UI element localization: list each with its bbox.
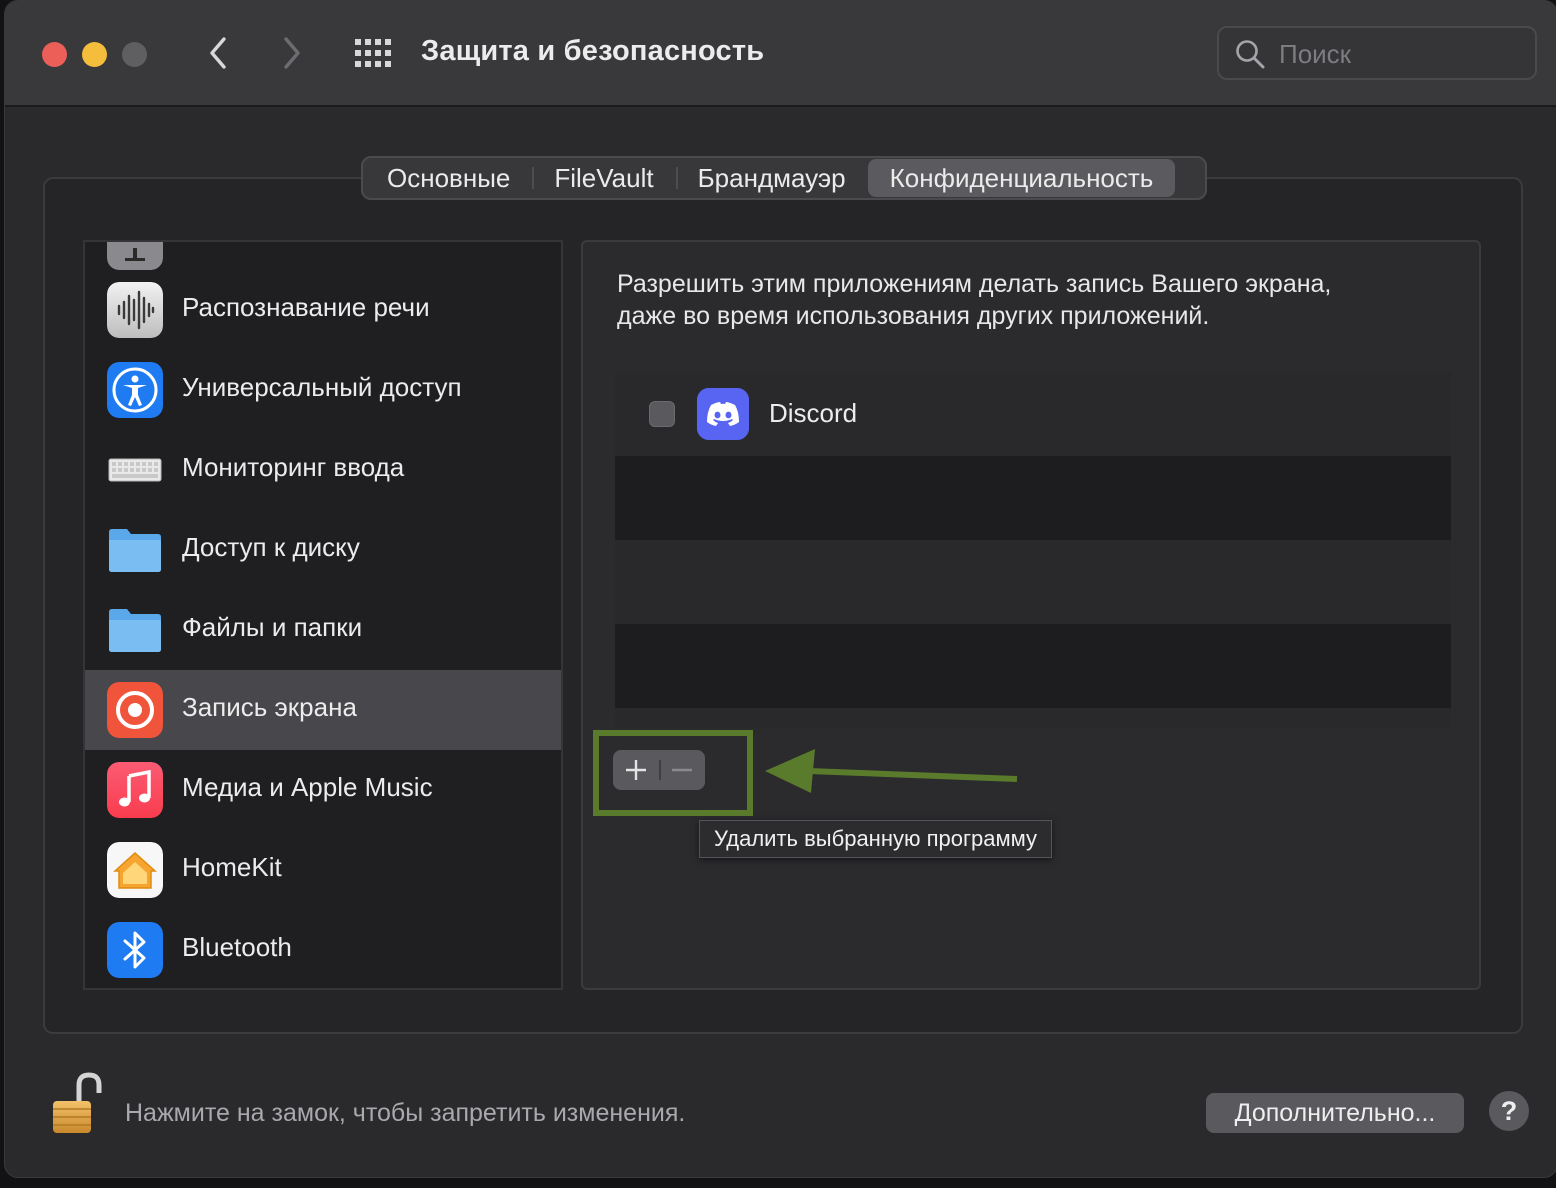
tab-filevault[interactable]: FileVault xyxy=(532,159,675,197)
search-icon xyxy=(1236,40,1265,69)
partial-icon xyxy=(107,242,163,270)
sidebar-item-label: Мониторинг ввода xyxy=(182,452,405,482)
tab-bar: Основные FileVault Брандмауэр Конфиденци… xyxy=(361,156,1207,200)
annotation-arrow-icon xyxy=(765,749,1018,793)
sidebar-item-files-folders[interactable]: Файлы и папки xyxy=(85,590,561,670)
back-button[interactable] xyxy=(199,33,239,73)
window-title: Защита и безопасность xyxy=(421,35,765,67)
sidebar-item-label: Универсальный доступ xyxy=(182,372,462,402)
sidebar-item-bluetooth[interactable]: Bluetooth xyxy=(85,910,561,988)
bluetooth-icon xyxy=(107,922,163,978)
chevron-right-icon xyxy=(284,37,300,69)
sidebar-item-homekit[interactable]: HomeKit xyxy=(85,830,561,910)
description-text: Разрешить этим приложениям делать запись… xyxy=(617,270,1332,330)
lock-status-text: Нажмите на замок, чтобы запретить измене… xyxy=(125,1099,686,1127)
discord-icon xyxy=(697,388,749,440)
discord-checkbox[interactable] xyxy=(649,401,675,427)
zoom-button[interactable] xyxy=(122,42,147,67)
sidebar-item-disk-access[interactable]: Доступ к диску xyxy=(85,510,561,590)
app-row-discord[interactable]: Discord xyxy=(615,372,1451,456)
help-button[interactable]: ? xyxy=(1489,1091,1529,1131)
app-name: Discord xyxy=(769,398,858,428)
screen-recording-icon xyxy=(107,682,163,738)
keyboard-icon xyxy=(107,442,163,498)
music-icon xyxy=(107,762,163,818)
search-input[interactable] xyxy=(1277,36,1521,72)
title-bar: Защита и безопасность xyxy=(5,1,1556,107)
chevron-left-icon xyxy=(210,37,226,69)
sidebar-item-input-monitoring[interactable]: Мониторинг ввода xyxy=(85,430,561,510)
advanced-button[interactable]: Дополнительно... xyxy=(1206,1093,1464,1133)
folder-icon xyxy=(107,522,163,578)
search-field[interactable] xyxy=(1217,26,1537,80)
list-item xyxy=(615,708,1451,728)
show-all-button[interactable] xyxy=(355,37,391,69)
tab-general[interactable]: Основные xyxy=(365,159,532,197)
screen-recording-panel: Разрешить этим приложениям делать запись… xyxy=(581,240,1481,990)
sidebar-item-label: Распознавание речи xyxy=(182,292,430,322)
folder-icon xyxy=(107,602,163,658)
list-item xyxy=(615,456,1451,540)
home-icon xyxy=(107,842,163,898)
sidebar-item-label: Доступ к диску xyxy=(182,532,360,562)
sidebar-item-media-music[interactable]: Медиа и Apple Music xyxy=(85,750,561,830)
sidebar-item-label: Запись экрана xyxy=(182,692,357,722)
sidebar-item-label: HomeKit xyxy=(182,852,282,882)
minimize-button[interactable] xyxy=(82,42,107,67)
sidebar-item-speech-recognition[interactable]: Распознавание речи xyxy=(85,270,561,350)
list-item xyxy=(615,540,1451,624)
unlocked-padlock-icon[interactable] xyxy=(49,1071,109,1137)
list-item xyxy=(615,624,1451,708)
preferences-window: Защита и безопасность Основные FileVault… xyxy=(4,0,1556,1178)
sidebar-item-label: Файлы и папки xyxy=(182,612,363,642)
sidebar-item-screen-recording[interactable]: Запись экрана xyxy=(85,670,561,750)
privacy-category-list[interactable]: Распознавание речи Универсальный доступ … xyxy=(83,240,563,990)
annotation-highlight-box xyxy=(593,730,753,816)
forward-button[interactable] xyxy=(271,33,311,73)
grid-icon xyxy=(355,39,391,67)
tab-firewall[interactable]: Брандмауэр xyxy=(675,159,868,197)
speech-recognition-icon xyxy=(107,282,163,338)
sidebar-item-label: Медиа и Apple Music xyxy=(182,772,433,802)
sidebar-item-label: Bluetooth xyxy=(182,932,292,962)
tooltip: Удалить выбранную программу xyxy=(699,820,1052,858)
sidebar-item-accessibility[interactable]: Универсальный доступ xyxy=(85,350,561,430)
tab-privacy[interactable]: Конфиденциальность xyxy=(867,159,1176,197)
accessibility-icon xyxy=(107,362,163,418)
close-button[interactable] xyxy=(42,42,67,67)
app-list[interactable]: Discord xyxy=(615,372,1451,728)
